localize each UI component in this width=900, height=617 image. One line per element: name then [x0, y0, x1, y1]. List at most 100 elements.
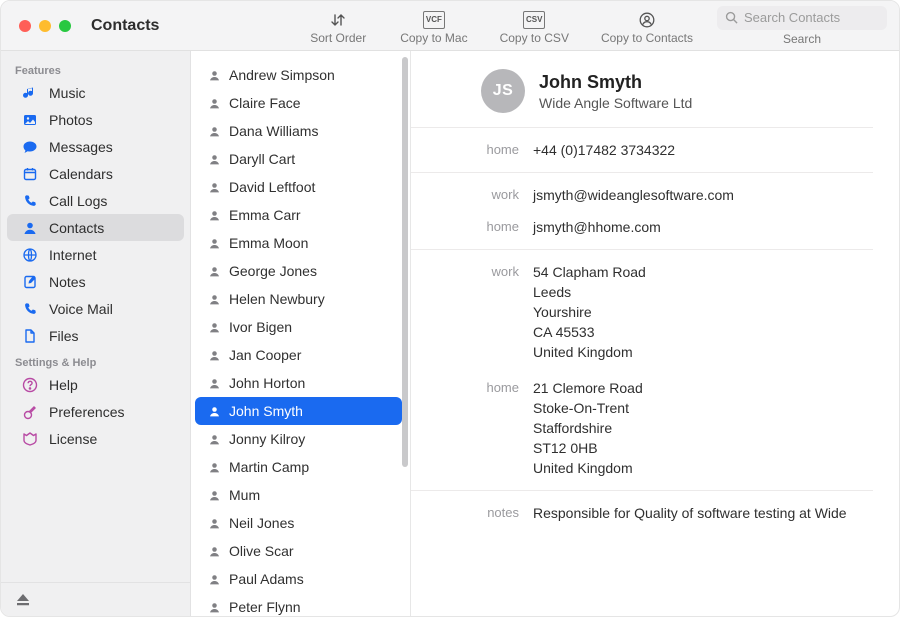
notes-value: Responsible for Quality of software test…	[533, 503, 873, 523]
contact-row[interactable]: Jonny Kilroy	[195, 425, 402, 453]
contact-name: John Smyth	[539, 72, 692, 93]
person-icon	[207, 572, 221, 586]
contact-row[interactable]: Martin Camp	[195, 453, 402, 481]
contact-row[interactable]: Dana Williams	[195, 117, 402, 145]
email-work-value[interactable]: jsmyth@wideanglesoftware.com	[533, 185, 873, 205]
person-icon	[207, 264, 221, 278]
sidebar-section-settings: Settings & Help	[1, 353, 190, 371]
sidebar-section-features: Features	[1, 61, 190, 79]
person-icon	[207, 208, 221, 222]
contact-detail-pane: JS John Smyth Wide Angle Software Ltd ho…	[411, 51, 899, 616]
contact-row[interactable]: Daryll Cart	[195, 145, 402, 173]
calendar-icon	[21, 165, 39, 183]
contact-row-name: Olive Scar	[229, 543, 294, 559]
sidebar-item-call-logs[interactable]: Call Logs	[7, 187, 184, 214]
music-icon	[21, 84, 39, 102]
contacts-scrollbar[interactable]	[402, 57, 408, 467]
csv-icon: CSV	[523, 11, 545, 29]
address-work-label: work	[411, 262, 533, 282]
sidebar-item-calendars[interactable]: Calendars	[7, 160, 184, 187]
sidebar-item-contacts[interactable]: Contacts	[7, 214, 184, 241]
sidebar-item-music[interactable]: Music	[7, 79, 184, 106]
contact-row[interactable]: Peter Flynn	[195, 593, 402, 616]
contact-row-name: Peter Flynn	[229, 599, 301, 615]
contact-row[interactable]: George Jones	[195, 257, 402, 285]
note-icon	[21, 273, 39, 291]
contact-row[interactable]: David Leftfoot	[195, 173, 402, 201]
address-work-value: 54 Clapham Road Leeds Yourshire CA 45533…	[533, 262, 873, 362]
sidebar-item-internet[interactable]: Internet	[7, 241, 184, 268]
person-icon	[207, 292, 221, 306]
contact-row[interactable]: Neil Jones	[195, 509, 402, 537]
copy-to-mac-button[interactable]: VCF Copy to Mac	[400, 11, 467, 45]
sidebar-item-label: Photos	[49, 112, 93, 128]
zoom-window-button[interactable]	[59, 20, 71, 32]
sidebar-item-label: Calendars	[49, 166, 113, 182]
contact-row[interactable]: Andrew Simpson	[195, 61, 402, 89]
contact-row[interactable]: Claire Face	[195, 89, 402, 117]
address-home-label: home	[411, 378, 533, 398]
contact-row[interactable]: Emma Carr	[195, 201, 402, 229]
globe-icon	[21, 246, 39, 264]
sidebar-item-license[interactable]: License	[7, 425, 184, 452]
contact-row[interactable]: Mum	[195, 481, 402, 509]
contact-row-name: John Horton	[229, 375, 305, 391]
eject-icon[interactable]	[15, 594, 31, 606]
person-icon	[207, 544, 221, 558]
person-icon	[207, 348, 221, 362]
sidebar-item-label: Notes	[49, 274, 86, 290]
sort-icon	[330, 11, 346, 29]
photos-icon	[21, 111, 39, 129]
contact-row[interactable]: Helen Newbury	[195, 285, 402, 313]
sidebar: Features Music Photos Messages Calendars Cal…	[1, 51, 191, 616]
contact-row-name: Emma Moon	[229, 235, 308, 251]
person-icon	[207, 488, 221, 502]
contact-row[interactable]: Olive Scar	[195, 537, 402, 565]
sidebar-item-voice-mail[interactable]: Voice Mail	[7, 295, 184, 322]
contact-row[interactable]: Jan Cooper	[195, 341, 402, 369]
contact-row-name: George Jones	[229, 263, 317, 279]
person-icon	[207, 376, 221, 390]
sidebar-item-preferences[interactable]: Preferences	[7, 398, 184, 425]
sidebar-item-help[interactable]: Help	[7, 371, 184, 398]
sidebar-item-label: Music	[49, 85, 86, 101]
person-icon	[207, 432, 221, 446]
contact-row-name: Ivor Bigen	[229, 319, 292, 335]
person-icon	[207, 516, 221, 530]
sidebar-item-photos[interactable]: Photos	[7, 106, 184, 133]
sidebar-item-files[interactable]: Files	[7, 322, 184, 349]
contact-row-name: Martin Camp	[229, 459, 309, 475]
contact-row-name: Andrew Simpson	[229, 67, 335, 83]
contact-row-name: Neil Jones	[229, 515, 294, 531]
contact-row[interactable]: Paul Adams	[195, 565, 402, 593]
minimize-window-button[interactable]	[39, 20, 51, 32]
email-home-value[interactable]: jsmyth@hhome.com	[533, 217, 873, 237]
vcf-icon: VCF	[423, 11, 445, 29]
copy-to-contacts-button[interactable]: Copy to Contacts	[601, 11, 693, 45]
close-window-button[interactable]	[19, 20, 31, 32]
contact-row-name: Claire Face	[229, 95, 301, 111]
copy-to-csv-button[interactable]: CSV Copy to CSV	[500, 11, 569, 45]
license-icon	[21, 430, 39, 448]
person-icon	[21, 219, 39, 237]
contact-row[interactable]: John Horton	[195, 369, 402, 397]
contact-row[interactable]: Emma Moon	[195, 229, 402, 257]
search-input[interactable]: Search Contacts	[717, 6, 887, 30]
sidebar-item-notes[interactable]: Notes	[7, 268, 184, 295]
person-icon	[207, 96, 221, 110]
sidebar-item-messages[interactable]: Messages	[7, 133, 184, 160]
sidebar-footer	[1, 582, 190, 616]
contact-row[interactable]: John Smyth	[195, 397, 402, 425]
sort-order-button[interactable]: Sort Order	[308, 11, 368, 45]
avatar: JS	[481, 69, 525, 113]
contact-row-name: Daryll Cart	[229, 151, 295, 167]
contact-row[interactable]: Ivor Bigen	[195, 313, 402, 341]
sidebar-item-label: Internet	[49, 247, 96, 263]
phone-home-value[interactable]: +44 (0)17482 3734322	[533, 140, 873, 160]
sidebar-item-label: Messages	[49, 139, 113, 155]
person-icon	[207, 124, 221, 138]
contact-row-name: John Smyth	[229, 403, 303, 419]
sidebar-item-label: Files	[49, 328, 79, 344]
search-icon	[725, 11, 738, 24]
notes-label: notes	[411, 503, 533, 523]
